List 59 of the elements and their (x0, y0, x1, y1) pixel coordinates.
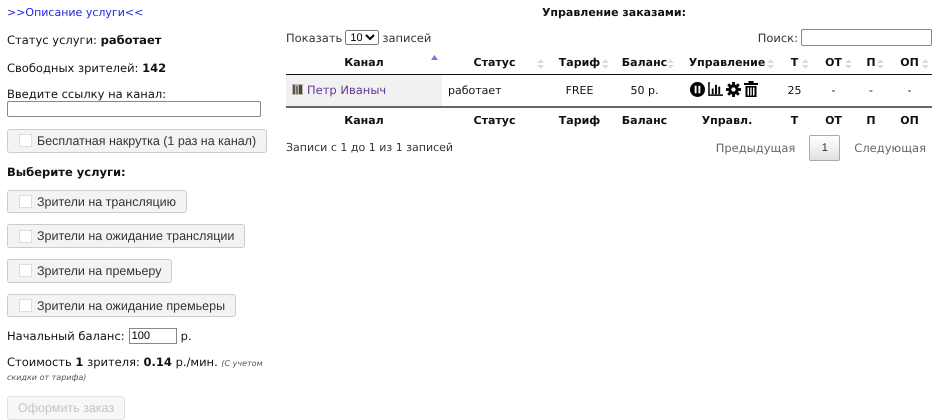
table-info-text: Записи с 1 до 1 из 1 записей (286, 141, 454, 154)
column-footer: П (855, 106, 887, 132)
settings-icon[interactable] (726, 82, 741, 96)
table-cell: 50 р. (612, 74, 677, 106)
column-header[interactable]: П (855, 51, 887, 74)
table-cell: - (887, 74, 932, 106)
pause-icon[interactable] (690, 82, 705, 96)
bar-chart-icon[interactable] (708, 82, 723, 96)
trash-icon[interactable] (744, 81, 758, 97)
service-button[interactable]: Зрители на трансляцию (7, 190, 188, 214)
balance-label: Начальный баланс: (7, 329, 125, 344)
channel-link-label: Введите ссылку на канал: (7, 87, 168, 101)
description-link[interactable]: >>Описание услуги<< (7, 6, 144, 19)
column-footer: Управл. (677, 106, 777, 132)
next-page-link[interactable]: Следующая (854, 140, 926, 154)
free-boost-button[interactable]: Бесплатная накрутка (1 раз на канал) (7, 129, 268, 153)
column-footer: Т (777, 106, 812, 132)
page-length-select[interactable]: 10 (345, 30, 380, 45)
cost-text: Стоимость 1 зрителя: 0.14 р./мин. (С учетом скидки от тарифа) (7, 356, 264, 384)
column-header[interactable]: Тариф (547, 51, 612, 74)
column-header[interactable]: Т (777, 51, 812, 74)
service-button[interactable]: Зрители на премьеру (7, 259, 172, 283)
column-footer: Баланс (612, 106, 677, 132)
table-cell: работает (442, 74, 547, 106)
channel-link-field[interactable] (7, 101, 261, 117)
free-viewers-text: Свободных зрителей: 142 (7, 61, 166, 75)
column-footer: Канал (286, 106, 442, 132)
currency-label: р. (180, 329, 192, 344)
column-footer: ОП (887, 106, 932, 132)
column-header[interactable]: Статус (442, 51, 547, 74)
column-header[interactable]: Баланс (612, 51, 677, 74)
checkbox[interactable] (19, 264, 32, 278)
show-label: Показать (286, 30, 342, 44)
channel-thumbnail-icon (292, 84, 303, 95)
orders-title: Управление заказами: (540, 6, 688, 19)
service-button[interactable]: Зрители на ожидание трансляции (7, 224, 246, 248)
previous-page-link[interactable]: Предыдущая (716, 140, 796, 154)
table-cell: FREE (547, 74, 612, 106)
column-header[interactable]: ОП (887, 51, 932, 74)
entries-label: записей (382, 30, 432, 44)
table-cell: 25 (777, 74, 812, 106)
column-footer: ОТ (812, 106, 855, 132)
search-label: Поиск: (758, 30, 798, 44)
page-button[interactable]: 1 (809, 134, 840, 160)
column-footer: Тариф (547, 106, 612, 132)
column-header[interactable]: ОТ (812, 51, 855, 74)
search-field[interactable] (801, 29, 932, 46)
column-footer: Статус (442, 106, 547, 132)
service-button[interactable]: Зрители на ожидание премьеры (7, 294, 236, 318)
services-heading: Выберите услуги: (7, 164, 126, 179)
checkbox[interactable] (19, 134, 32, 148)
checkbox[interactable] (19, 230, 32, 243)
balance-field[interactable]: 100 (128, 328, 177, 344)
service-status-text: Статус услуги: работает (7, 33, 162, 47)
column-header[interactable]: Управление (677, 51, 777, 74)
table-cell: - (855, 74, 887, 106)
checkbox[interactable] (19, 195, 32, 208)
checkbox[interactable] (19, 299, 32, 312)
table-cell: - (812, 74, 855, 106)
